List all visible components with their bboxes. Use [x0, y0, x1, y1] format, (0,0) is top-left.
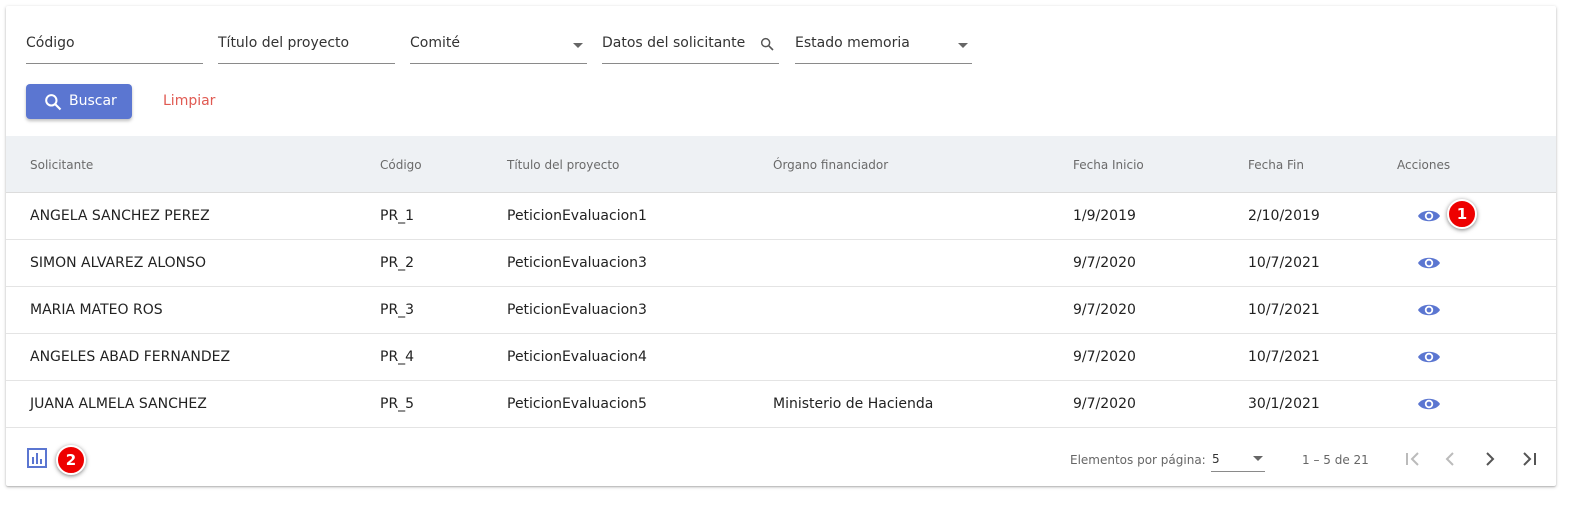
cell-codigo: PR_2 [380, 255, 415, 271]
view-eye-icon[interactable] [1417, 348, 1441, 370]
clear-button[interactable]: Limpiar [163, 93, 215, 109]
titulo-field-label: Título del proyecto [218, 35, 350, 51]
page-range: 1 – 5 de 21 [1302, 453, 1369, 467]
solicitante-field-label: Datos del solicitante [602, 35, 746, 51]
search-button[interactable]: Buscar [26, 84, 132, 119]
cell-fecha-fin: 10/7/2021 [1248, 255, 1320, 271]
cell-solicitante: ANGELES ABAD FERNANDEZ [30, 349, 231, 365]
chevron-right-icon[interactable] [1478, 447, 1502, 471]
items-per-page-label: Elementos por página: [1070, 453, 1206, 467]
estado-select-label: Estado memoria [795, 35, 910, 51]
cell-solicitante: JUANA ALMELA SANCHEZ [30, 396, 207, 412]
last-page-icon[interactable] [1517, 447, 1541, 471]
items-per-page-value: 5 [1212, 452, 1220, 466]
comite-select-label: Comité [410, 35, 460, 51]
header-fecha-inicio[interactable]: Fecha Inicio [1073, 158, 1144, 172]
table-row: MARIA MATEO ROS PR_3 PeticionEvaluacion3… [6, 287, 1556, 334]
search-icon [43, 92, 63, 116]
view-eye-icon[interactable] [1417, 254, 1441, 276]
cell-titulo: PeticionEvaluacion1 [507, 208, 647, 224]
table-row: JUANA ALMELA SANCHEZ PR_5 PeticionEvalua… [6, 381, 1556, 428]
cell-fecha-fin: 30/1/2021 [1248, 396, 1320, 412]
cell-codigo: PR_4 [380, 349, 415, 365]
first-page-icon[interactable] [1401, 447, 1425, 471]
table-row: ANGELES ABAD FERNANDEZ PR_4 PeticionEval… [6, 334, 1556, 381]
cell-fecha-fin: 2/10/2019 [1248, 208, 1320, 224]
cell-codigo: PR_1 [380, 208, 415, 224]
header-fecha-fin[interactable]: Fecha Fin [1248, 158, 1304, 172]
cell-titulo: PeticionEvaluacion4 [507, 349, 647, 365]
cell-solicitante: ANGELA SANCHEZ PEREZ [30, 208, 210, 224]
dropdown-arrow-icon [573, 43, 583, 48]
cell-titulo: PeticionEvaluacion3 [507, 255, 647, 271]
table-header: Solicitante Código Título del proyecto Ó… [6, 136, 1556, 193]
solicitante-field[interactable]: Datos del solicitante [602, 30, 779, 64]
cell-solicitante: MARIA MATEO ROS [30, 302, 163, 318]
cell-fecha-inicio: 1/9/2019 [1073, 208, 1136, 224]
table-row: SIMON ALVAREZ ALONSO PR_2 PeticionEvalua… [6, 240, 1556, 287]
cell-organo: Ministerio de Hacienda [773, 396, 934, 412]
table-footer: 2 Elementos por página: 5 1 – 5 de 21 [6, 431, 1556, 486]
header-titulo[interactable]: Título del proyecto [507, 158, 619, 172]
titulo-field[interactable]: Título del proyecto [218, 30, 395, 64]
cell-titulo: PeticionEvaluacion5 [507, 396, 647, 412]
cell-fecha-inicio: 9/7/2020 [1073, 302, 1136, 318]
cell-codigo: PR_5 [380, 396, 415, 412]
view-eye-icon[interactable] [1417, 207, 1441, 229]
header-solicitante[interactable]: Solicitante [30, 158, 93, 172]
cell-titulo: PeticionEvaluacion3 [507, 302, 647, 318]
view-eye-icon[interactable] [1417, 395, 1441, 417]
cell-fecha-inicio: 9/7/2020 [1073, 396, 1136, 412]
bar-chart-icon[interactable] [26, 447, 48, 473]
comite-select[interactable]: Comité [410, 30, 587, 64]
header-acciones: Acciones [1397, 158, 1451, 172]
codigo-field[interactable]: Código [26, 30, 203, 64]
results-card: Código Título del proyecto Comité Datos … [6, 6, 1556, 486]
table-row: ANGELA SANCHEZ PEREZ PR_1 PeticionEvalua… [6, 193, 1556, 240]
header-codigo[interactable]: Código [380, 158, 422, 172]
cell-fecha-inicio: 9/7/2020 [1073, 349, 1136, 365]
estado-select[interactable]: Estado memoria [795, 30, 972, 64]
header-organo[interactable]: Órgano financiador [773, 158, 888, 172]
chevron-left-icon[interactable] [1438, 447, 1462, 471]
cell-fecha-fin: 10/7/2021 [1248, 302, 1320, 318]
filter-bar: Código Título del proyecto Comité Datos … [26, 30, 986, 64]
filter-actions: Buscar Limpiar [26, 84, 426, 120]
cell-fecha-fin: 10/7/2021 [1248, 349, 1320, 365]
dropdown-arrow-icon [1253, 456, 1263, 461]
items-per-page-select[interactable]: 5 [1211, 447, 1265, 472]
cell-codigo: PR_3 [380, 302, 415, 318]
dropdown-arrow-icon [958, 43, 968, 48]
search-icon[interactable] [759, 36, 775, 56]
annotation-badge-1: 1 [1447, 199, 1477, 229]
table-body: ANGELA SANCHEZ PEREZ PR_1 PeticionEvalua… [6, 193, 1556, 428]
search-button-label: Buscar [69, 93, 117, 109]
view-eye-icon[interactable] [1417, 301, 1441, 323]
cell-solicitante: SIMON ALVAREZ ALONSO [30, 255, 207, 271]
codigo-field-label: Código [26, 35, 75, 51]
cell-fecha-inicio: 9/7/2020 [1073, 255, 1136, 271]
annotation-badge-2: 2 [56, 445, 86, 475]
